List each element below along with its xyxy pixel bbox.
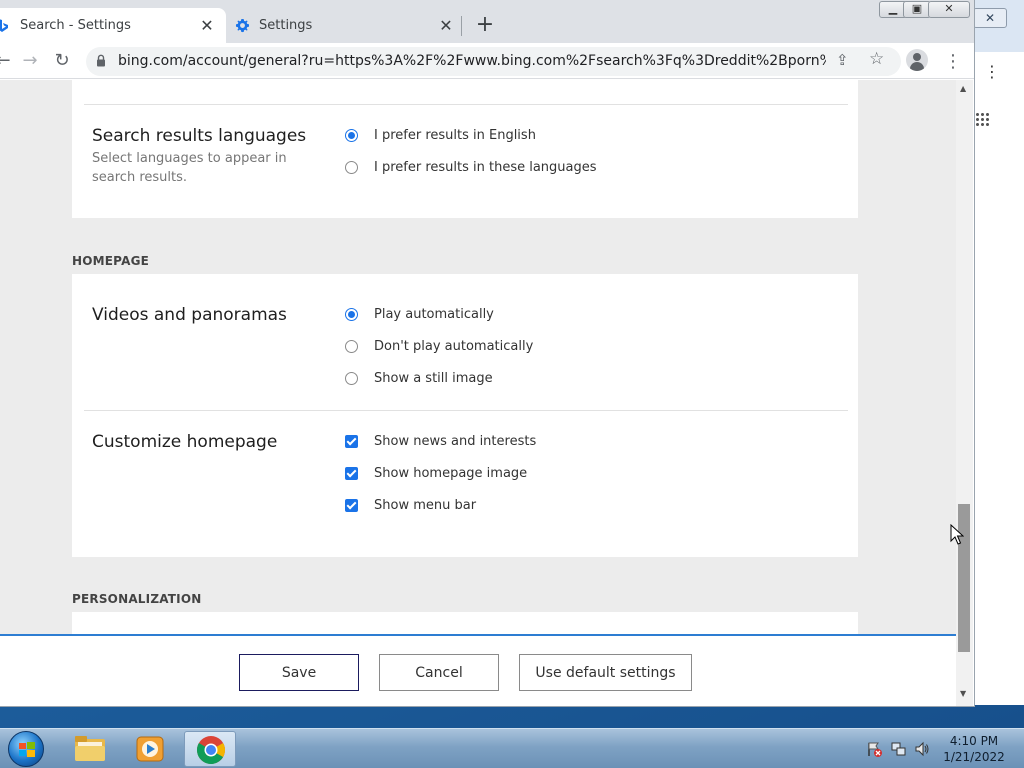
background-window-menu-icon[interactable]: ⋮ [984, 62, 1000, 81]
tab-strip: Search - Settings ✕ Settings ✕ + ▁ ▣ ✕ [0, 0, 974, 43]
checkbox-label: Show news and interests [374, 434, 537, 449]
taskbar: 4:10 PM 1/21/2022 [0, 728, 1024, 768]
radio-label: Play automatically [374, 307, 494, 322]
section-heading-homepage: HOMEPAGE [72, 254, 150, 268]
settings-page: Search results languages Select language… [0, 80, 956, 706]
taskbar-media-player[interactable] [124, 731, 176, 767]
radio-label: I prefer results in these languages [374, 160, 597, 175]
back-arrow-icon[interactable]: ← [0, 51, 14, 71]
taskbar-windows-explorer[interactable] [64, 731, 116, 767]
bookmark-star-icon[interactable]: ☆ [869, 49, 884, 69]
profile-avatar-icon[interactable] [906, 49, 928, 71]
checkbox[interactable] [345, 467, 358, 480]
media-player-icon [136, 736, 164, 762]
checkbox-show-homepage-image[interactable]: Show homepage image [345, 466, 527, 481]
settings-action-bar: Save Cancel Use default settings [0, 634, 956, 706]
action-center-flag-icon[interactable] [866, 741, 882, 757]
checkbox-show-menu-bar[interactable]: Show menu bar [345, 498, 476, 513]
checkbox[interactable] [345, 435, 358, 448]
folder-icon [75, 736, 105, 761]
share-icon[interactable]: ⇪ [836, 51, 849, 69]
maximize-button[interactable]: ▣ [903, 1, 931, 18]
url-text[interactable]: bing.com/account/general?ru=https%3A%2F%… [118, 53, 826, 69]
reload-icon[interactable]: ↻ [51, 51, 73, 71]
radio-results-english[interactable]: I prefer results in English [345, 128, 536, 143]
radio-dont-play-automatically[interactable]: Don't play automatically [345, 339, 533, 354]
tab-title: Search - Settings [20, 18, 131, 33]
checkbox-show-news-and-interests[interactable]: Show news and interests [345, 434, 536, 449]
background-window-close-button[interactable]: ✕ [973, 8, 1007, 28]
radio-play-automatically[interactable]: Play automatically [345, 307, 494, 322]
mouse-cursor-icon [950, 524, 964, 545]
radio-button[interactable] [345, 161, 358, 174]
search-results-languages-description: Select languages to appear in search res… [92, 151, 287, 185]
network-icon[interactable] [891, 741, 907, 757]
apps-grid-icon[interactable] [975, 112, 989, 126]
clock-date: 1/21/2022 [943, 750, 1005, 764]
volume-icon[interactable] [914, 741, 930, 757]
bing-logo-icon [0, 19, 8, 32]
vertical-scrollbar[interactable]: ▲ ▼ [956, 80, 973, 706]
divider [84, 104, 848, 105]
tab-separator [461, 16, 462, 36]
checkbox-label: Show homepage image [374, 466, 528, 481]
gear-icon [235, 18, 250, 33]
browser-menu-icon[interactable]: ⋮ [944, 51, 962, 72]
scroll-up-arrow-icon[interactable]: ▲ [960, 84, 966, 93]
radio-label: Show a still image [374, 371, 493, 386]
checkbox[interactable] [345, 499, 358, 512]
windows-logo-icon [19, 742, 35, 757]
tab-close-icon[interactable]: ✕ [198, 16, 216, 35]
start-button[interactable] [8, 731, 44, 767]
divider [84, 410, 848, 411]
save-button[interactable]: Save [239, 654, 359, 691]
avatar-head [913, 53, 921, 61]
browser-toolbar: ← → ↻ bing.com/account/general?ru=https%… [0, 43, 974, 79]
tab-search-settings[interactable]: Search - Settings ✕ [0, 8, 226, 43]
tab-settings[interactable]: Settings ✕ [226, 8, 462, 43]
forward-arrow-icon[interactable]: → [19, 51, 41, 71]
cancel-button[interactable]: Cancel [379, 654, 499, 691]
clock-time: 4:10 PM [949, 734, 999, 748]
scroll-down-arrow-icon[interactable]: ▼ [960, 689, 966, 698]
videos-and-panoramas-title: Videos and panoramas [92, 305, 287, 325]
radio-button[interactable] [345, 340, 358, 353]
section-heading-personalization: PERSONALIZATION [72, 592, 202, 606]
tab-close-icon[interactable]: ✕ [437, 16, 455, 35]
browser-window: Search - Settings ✕ Settings ✕ + ▁ ▣ ✕ ←… [0, 0, 975, 707]
radio-button[interactable] [345, 308, 358, 321]
checkbox-label: Show menu bar [374, 498, 477, 513]
radio-label: I prefer results in English [374, 128, 536, 143]
tab-title: Settings [259, 18, 313, 33]
radio-label: Don't play automatically [374, 339, 534, 354]
close-window-button[interactable]: ✕ [928, 1, 970, 18]
background-window[interactable]: ✕ ⋮ [972, 0, 1024, 705]
customize-homepage-title: Customize homepage [92, 432, 278, 452]
chrome-icon [197, 736, 225, 764]
radio-button[interactable] [345, 372, 358, 385]
search-results-languages-title: Search results languages [92, 126, 307, 146]
lock-icon [97, 54, 105, 67]
address-bar[interactable]: bing.com/account/general?ru=https%3A%2F%… [86, 47, 901, 76]
avatar-body [910, 62, 924, 71]
system-clock[interactable]: 4:10 PM 1/21/2022 [936, 733, 1012, 765]
radio-button[interactable] [345, 129, 358, 142]
use-default-settings-button[interactable]: Use default settings [519, 654, 692, 691]
taskbar-chrome[interactable] [184, 731, 236, 767]
radio-show-still-image[interactable]: Show a still image [345, 371, 493, 386]
new-tab-button[interactable]: + [474, 14, 496, 36]
radio-results-these-languages[interactable]: I prefer results in these languages [345, 160, 597, 175]
